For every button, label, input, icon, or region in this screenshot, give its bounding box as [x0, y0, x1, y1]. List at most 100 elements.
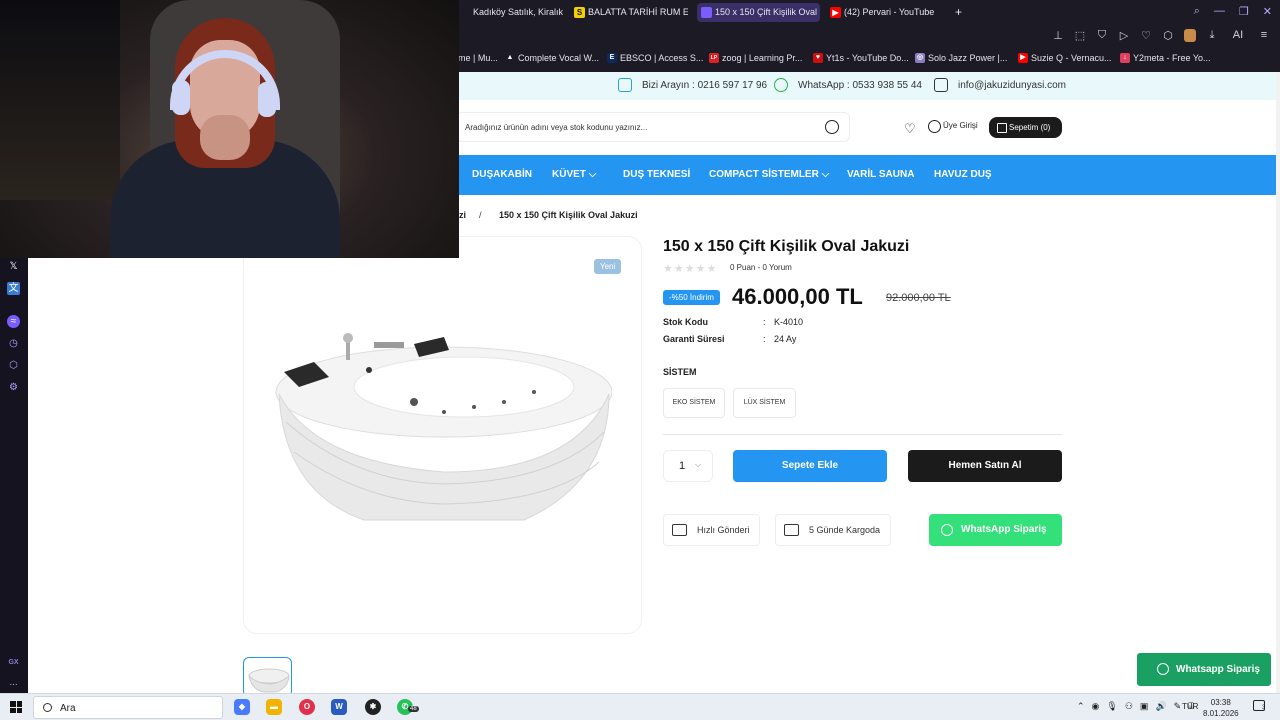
add-to-cart-button[interactable]: Sepete Ekle [733, 450, 887, 482]
bookmark-item[interactable]: ▶ Suzie Q - Vernacu... [1018, 53, 1112, 63]
nav-compact[interactable]: COMPACT SİSTEMLER ⌵ [709, 169, 829, 180]
buy-now-button[interactable]: Hemen Satın Al [908, 450, 1062, 482]
breadcrumb-prev[interactable]: zi [459, 210, 466, 220]
favorites-heart-icon[interactable]: ♡ [904, 121, 916, 137]
option-lux[interactable]: LÜX SİSTEM [733, 388, 796, 418]
tab-jakuzi[interactable]: 150 x 150 Çift Kişilik Oval [697, 3, 820, 22]
nav-kuvet[interactable]: KÜVET ⌵ [552, 169, 596, 180]
menu-icon[interactable]: ≡ [1258, 29, 1270, 42]
rating-stars[interactable]: ★★★★★ [663, 262, 717, 275]
people-icon[interactable]: ⚇ [1125, 701, 1133, 712]
whatsapp-badge: 48 [408, 706, 419, 712]
dark-app-icon[interactable]: ✱ [365, 699, 381, 715]
more-icon[interactable]: ... [7, 676, 20, 689]
option-eko[interactable]: EKO SİSTEM [663, 388, 725, 418]
tab-balatta[interactable]: S BALATTA TARİHİ RUM EVİ [570, 3, 688, 22]
word-icon[interactable]: W [331, 699, 347, 715]
rating-text[interactable]: 0 Puan - 0 Yorum [730, 263, 792, 272]
profile-avatar[interactable] [1184, 29, 1196, 42]
screenshot-icon[interactable]: ⬚ [1074, 29, 1086, 42]
copilot-icon[interactable]: ◆ [234, 699, 250, 715]
gift-icon [784, 524, 799, 536]
scrollbar[interactable] [1276, 72, 1280, 693]
whatsapp-order-button[interactable]: WhatsApp Sipariş [929, 514, 1062, 546]
shield-icon[interactable]: ⛉ [1096, 29, 1108, 42]
login-link[interactable]: Üye Girişi [928, 120, 978, 133]
yt1s-icon: ♥ [813, 53, 823, 63]
chevron-down-icon: ⌵ [588, 169, 597, 180]
bookmark-item[interactable]: ♥ Yt1s - YouTube Do... [813, 53, 909, 63]
product-image-card[interactable]: Yeni [243, 236, 642, 634]
bookmark-item[interactable]: LP zoog | Learning Pr... [709, 53, 802, 63]
youtube-icon: ▶ [830, 7, 841, 18]
old-price: 92.000,00 TL [886, 292, 951, 304]
opera-icon[interactable]: O [299, 699, 315, 715]
close-icon[interactable]: ✕ [1263, 5, 1272, 18]
truck-icon [672, 524, 687, 536]
search-tabs-icon[interactable]: ⌕ [1194, 5, 1200, 18]
spec-value-warranty: 24 Ay [774, 334, 797, 344]
gx-label[interactable]: GX [7, 656, 20, 669]
extensions-icon[interactable]: ⬡ [1162, 29, 1174, 42]
taskbar-search[interactable]: Ara [33, 696, 223, 719]
phone-text[interactable]: Bizi Arayın : 0216 597 17 96 [642, 80, 767, 91]
cart-button[interactable]: Sepetim (0) [989, 117, 1062, 138]
chevron-down-icon: ⌵ [821, 169, 830, 180]
file-explorer-icon[interactable]: ▬ [266, 699, 282, 715]
bookmark-item[interactable]: E EBSCO | Access S... [607, 53, 703, 63]
language-indicator[interactable]: TUR [1182, 702, 1198, 711]
nav-dusakabin[interactable]: DUŞAKABİN [472, 169, 532, 180]
player-icon[interactable]: ▷ [1118, 29, 1130, 42]
app-tray-icon[interactable]: ▣ [1140, 701, 1149, 712]
ai-button[interactable]: AI [1228, 29, 1248, 42]
whatsapp-float-label: Whatsapp Sipariş [1176, 664, 1260, 675]
search-icon[interactable] [825, 120, 839, 134]
mic-icon[interactable]: 🎙 [1106, 701, 1117, 712]
history-icon[interactable]: ◷ [7, 337, 20, 350]
spotify-icon[interactable]: ≈ [7, 315, 20, 328]
minimize-icon[interactable]: — [1214, 5, 1225, 18]
maximize-icon[interactable]: ❐ [1239, 5, 1249, 18]
toolbar-icons: ⊥ ⬚ ⛉ ▷ ♡ ⬡ ⤓ AI ≡ [1052, 29, 1270, 42]
youtube-icon: ▶ [1018, 53, 1028, 63]
search-input[interactable]: Aradığınız ürünün adını veya stok kodunu… [456, 112, 850, 142]
heart-icon[interactable]: ♡ [1140, 29, 1152, 42]
quantity-stepper[interactable]: 1 ⌵ [663, 450, 713, 482]
volume-icon[interactable]: 🔊 [1155, 701, 1166, 712]
system-label: SİSTEM [663, 367, 697, 377]
search-icon [43, 703, 52, 712]
site-favicon-icon [701, 7, 712, 18]
bookmark-item[interactable]: ↓ Y2meta - Free Yo... [1120, 53, 1211, 63]
search-placeholder: Aradığınız ürünün adını veya stok kodunu… [465, 123, 648, 132]
product-thumbnail[interactable] [243, 657, 292, 697]
whatsapp-float-button[interactable]: Whatsapp Sipariş [1137, 653, 1271, 686]
chevron-up-icon[interactable]: ⌃ [1077, 701, 1085, 712]
email-text[interactable]: info@jakuzidunyasi.com [958, 80, 1066, 91]
price: 46.000,00 TL [732, 284, 863, 309]
pin-icon[interactable]: ⊥ [1052, 29, 1064, 42]
mail-icon [934, 78, 948, 92]
tab-kadikoy[interactable]: Kadıköy Satılık, Kiralık Em [455, 3, 563, 22]
translate-icon[interactable]: 文 [7, 282, 20, 295]
bookmark-item[interactable]: ◎ Solo Jazz Power |... [915, 53, 1007, 63]
record-icon[interactable]: ◉ [1092, 701, 1100, 712]
nav-havuz-dus[interactable]: HAVUZ DUŞ [934, 169, 992, 180]
settings-gear-icon[interactable]: ⚙ [7, 381, 20, 394]
download-icon[interactable]: ⤓ [1206, 29, 1218, 42]
tab-youtube[interactable]: ▶ (42) Pervari - YouTube [826, 3, 944, 22]
x-twitter-icon[interactable]: 𝕏 [7, 260, 20, 273]
nav-varil-sauna[interactable]: VARİL SAUNA [847, 169, 914, 180]
pen-icon[interactable]: ✎ [1174, 701, 1182, 712]
bookmark-item[interactable]: ▲ Complete Vocal W... [505, 53, 599, 63]
product-title: 150 x 150 Çift Kişilik Oval Jakuzi [663, 238, 910, 255]
extensions-cube-icon[interactable]: ⬡ [7, 359, 20, 372]
whatsapp-text[interactable]: WhatsApp : 0533 938 55 44 [798, 80, 922, 91]
new-tab-button[interactable]: + [950, 3, 968, 22]
clock[interactable]: 03:38 8.01.2026 [1203, 697, 1239, 719]
nav-dus-teknesi[interactable]: DUŞ TEKNESİ [623, 169, 690, 180]
notification-count: 3 [1262, 705, 1266, 711]
tab-label: (42) Pervari - YouTube [844, 7, 935, 17]
windows-start-icon[interactable] [10, 701, 22, 713]
tab-label: BALATTA TARİHİ RUM EVİ [588, 7, 688, 17]
feature-label: 5 Günde Kargoda [809, 525, 881, 535]
